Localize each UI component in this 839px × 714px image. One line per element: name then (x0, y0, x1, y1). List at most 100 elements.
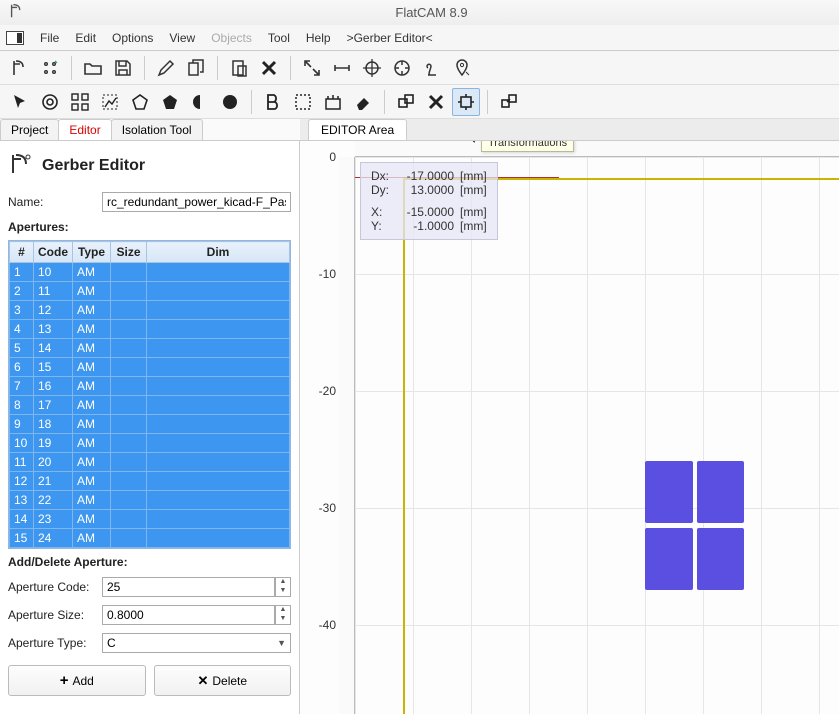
origin-icon[interactable] (358, 54, 386, 82)
table-row[interactable]: 1221AM (10, 472, 290, 491)
aperture-type-value: C (107, 636, 116, 650)
eraser-icon[interactable] (349, 88, 377, 116)
save-icon[interactable] (109, 54, 137, 82)
semi-disc-icon[interactable] (186, 88, 214, 116)
menu-options[interactable]: Options (104, 27, 161, 49)
scale-icon[interactable] (319, 88, 347, 116)
aperture-type-label: Aperture Type: (8, 636, 96, 650)
aperture-code-label: Aperture Code: (8, 580, 96, 594)
panel-title: Gerber Editor (42, 157, 145, 175)
table-row[interactable]: 110AM (10, 263, 290, 282)
apertures-table[interactable]: #CodeTypeSizeDim 110AM211AM312AM413AM514… (9, 241, 290, 548)
coordinate-readout: Dx:-17.0000[mm]Dy:13.0000[mm]X:-15.0000[… (360, 162, 498, 240)
polygon-icon[interactable] (156, 88, 184, 116)
table-row[interactable]: 1120AM (10, 453, 290, 472)
menu-objects: Objects (203, 27, 260, 49)
add-delete-label: Add/Delete Aperture: (0, 551, 299, 573)
copy-icon[interactable] (182, 54, 210, 82)
table-row[interactable]: 716AM (10, 377, 290, 396)
delete-button[interactable]: ✕Delete (154, 665, 292, 696)
col-size[interactable]: Size (111, 242, 147, 263)
menu-edit[interactable]: Edit (67, 27, 104, 49)
col-type[interactable]: Type (73, 242, 111, 263)
readout-y-label: Y: (371, 219, 393, 233)
apertures-label: Apertures: (0, 216, 299, 238)
pad-array-icon[interactable] (66, 88, 94, 116)
col-code[interactable]: Code (34, 242, 73, 263)
tab-editor-area[interactable]: EDITOR Area (308, 119, 407, 140)
table-row[interactable]: 1019AM (10, 434, 290, 453)
gerber-editor-icon (8, 151, 34, 180)
col-#[interactable]: # (10, 242, 34, 263)
tab-project[interactable]: Project (0, 119, 59, 140)
pad[interactable] (645, 528, 692, 590)
readout-dx: -17.0000 (399, 169, 454, 183)
table-row[interactable]: 211AM (10, 282, 290, 301)
table-row[interactable]: 1423AM (10, 510, 290, 529)
location-icon[interactable] (448, 54, 476, 82)
toolbar-main (0, 51, 839, 85)
menu-file[interactable]: File (32, 27, 67, 49)
table-row[interactable]: 918AM (10, 415, 290, 434)
readout-x: -15.0000 (399, 205, 454, 219)
paste-icon[interactable] (225, 54, 253, 82)
expand-icon[interactable] (298, 54, 326, 82)
table-row[interactable]: 817AM (10, 396, 290, 415)
tab-editor[interactable]: Editor (58, 119, 111, 140)
new-excellon-icon[interactable] (36, 54, 64, 82)
name-input[interactable] (102, 192, 291, 212)
region-icon[interactable] (126, 88, 154, 116)
aperture-code-input[interactable] (102, 577, 275, 597)
target-icon[interactable] (388, 54, 416, 82)
table-row[interactable]: 312AM (10, 301, 290, 320)
add-button[interactable]: +Add (8, 665, 146, 696)
pad[interactable] (697, 461, 744, 523)
y-tick: 0 (300, 150, 336, 164)
delete-icon[interactable] (255, 54, 283, 82)
aperture-code-stepper[interactable]: ▲▼ (275, 577, 291, 597)
track-icon[interactable] (96, 88, 124, 116)
disc-icon[interactable] (216, 88, 244, 116)
move-icon[interactable] (495, 88, 523, 116)
readout-dy: 13.0000 (399, 183, 454, 197)
table-row[interactable]: 514AM (10, 339, 290, 358)
pad-circle-icon[interactable] (36, 88, 64, 116)
selection-icon[interactable] (289, 88, 317, 116)
app-title: FlatCAM 8.9 (34, 5, 839, 20)
menu-breadcrumb[interactable]: >Gerber Editor< (339, 27, 441, 49)
open-icon[interactable] (79, 54, 107, 82)
table-row[interactable]: 1322AM (10, 491, 290, 510)
transformations-icon[interactable] (452, 88, 480, 116)
aperture-size-input[interactable] (102, 605, 275, 625)
new-gerber-icon[interactable] (6, 54, 34, 82)
ruler-left (339, 157, 355, 714)
add-button-label: Add (72, 674, 93, 688)
delete-shape-icon[interactable] (422, 88, 450, 116)
y-tick: -20 (300, 384, 336, 398)
menu-view[interactable]: View (161, 27, 203, 49)
measure-icon[interactable] (328, 54, 356, 82)
table-row[interactable]: 1524AM (10, 529, 290, 548)
table-row[interactable]: 413AM (10, 320, 290, 339)
pad[interactable] (645, 461, 692, 523)
edit-icon[interactable] (152, 54, 180, 82)
window-icon[interactable] (6, 31, 24, 45)
bold-icon[interactable] (259, 88, 287, 116)
canvas-area[interactable]: 0-10-20-30-40 Dx:-17.0000[mm]Dy:13.0000[… (300, 141, 839, 714)
col-dim[interactable]: Dim (147, 242, 290, 263)
table-row[interactable]: 615AM (10, 358, 290, 377)
aperture-type-select[interactable]: C ▼ (102, 633, 291, 653)
app-icon (8, 2, 26, 23)
aperture-size-stepper[interactable]: ▲▼ (275, 605, 291, 625)
pad[interactable] (697, 528, 744, 590)
duplicate-icon[interactable] (392, 88, 420, 116)
menu-help[interactable]: Help (298, 27, 339, 49)
y-tick: -40 (300, 618, 336, 632)
board-outline (403, 178, 839, 714)
chess-icon[interactable] (418, 54, 446, 82)
side-panel: Gerber Editor Name: Apertures: #CodeType… (0, 141, 300, 714)
tab-isolation[interactable]: Isolation Tool (111, 119, 203, 140)
y-tick: -10 (300, 267, 336, 281)
menu-tool[interactable]: Tool (260, 27, 298, 49)
select-icon[interactable] (6, 88, 34, 116)
